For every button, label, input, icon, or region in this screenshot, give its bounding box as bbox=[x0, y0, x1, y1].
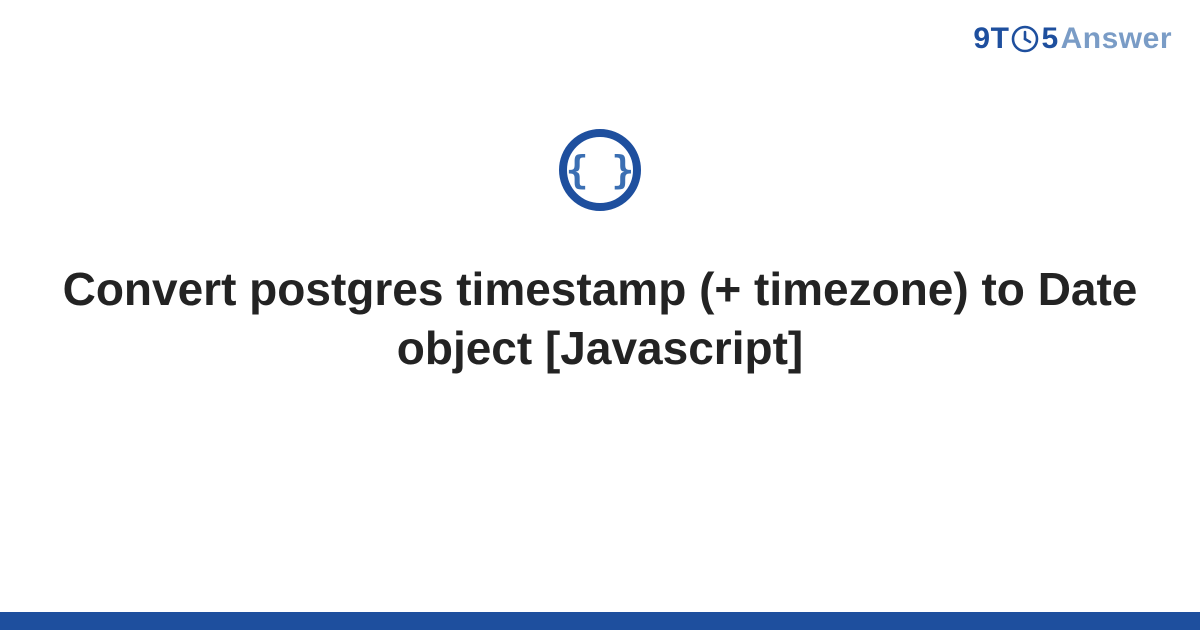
site-logo: 9T 5 Answer bbox=[973, 22, 1172, 56]
social-card: 9T 5 Answer { } Convert postgres timesta… bbox=[0, 0, 1200, 630]
code-braces-icon: { } bbox=[558, 128, 642, 212]
page-title: Convert postgres timestamp (+ timezone) … bbox=[48, 260, 1152, 378]
logo-text-answer: Answer bbox=[1061, 22, 1172, 56]
svg-text:{ }: { } bbox=[566, 148, 635, 192]
footer-accent-bar bbox=[0, 612, 1200, 630]
logo-text-5: 5 bbox=[1041, 22, 1058, 56]
clock-icon bbox=[1011, 25, 1039, 53]
logo-text-9t: 9T bbox=[973, 22, 1009, 56]
